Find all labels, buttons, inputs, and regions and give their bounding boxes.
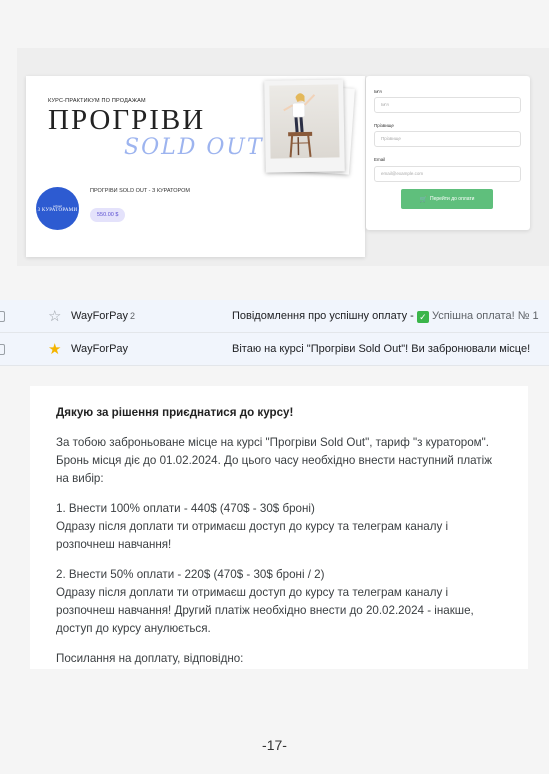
subject: Вітаю на курсі "Прогріви Sold Out"! Ви з… — [232, 343, 531, 355]
option-2-text: Одразу після доплати ти отримаєш доступ … — [56, 586, 474, 635]
course-subtitle: SOLD OUT — [124, 135, 264, 160]
name-input[interactable]: Ім'я — [374, 97, 521, 113]
check-mark-icon: ✓ — [416, 311, 429, 323]
sender: WayForPay 2 — [71, 310, 136, 322]
select-checkbox[interactable] — [0, 311, 5, 322]
email-lead: Дякую за рішення приєднатися до курсу! — [56, 406, 294, 419]
email-input[interactable]: email@example.com — [374, 166, 521, 182]
email-label: Email — [374, 157, 386, 162]
cart-icon: 🛒 — [419, 196, 428, 203]
sender: WayForPay — [71, 343, 129, 355]
page-number: -17- — [262, 737, 287, 753]
inbox-row[interactable]: ☆ WayForPay 2 Повідомлення про успішну оп… — [0, 300, 549, 333]
snippet: Успішна оплата! № 1 — [428, 310, 539, 322]
woman-on-chair-photo — [269, 84, 340, 159]
inbox-row[interactable]: ★ WayForPay Вітаю на курсі "Прогріви Sol… — [0, 333, 549, 366]
surname-input[interactable]: Прізвище — [374, 131, 521, 147]
logo-main-text: 3 КУРАТОРАМИ — [37, 208, 78, 213]
product-name: ПРОГРІВИ SOLD OUT - З КУРАТОРОМ — [90, 188, 190, 194]
pay-button-label: Перейти до оплати — [430, 196, 475, 202]
option-1-title: 1. Внести 100% оплати - 440$ (470$ - 30$… — [56, 502, 315, 515]
star-icon[interactable]: ★ — [48, 340, 61, 358]
thread-count: 2 — [130, 311, 136, 321]
select-checkbox[interactable] — [0, 344, 5, 355]
name-label: Ім'я — [374, 89, 382, 94]
price-badge: 550.00 $ — [90, 208, 126, 222]
option-2-title: 2. Внести 50% оплати - 220$ (470$ - 30$ … — [56, 568, 325, 581]
subject: Повідомлення про успішну оплату - ✓ Успі… — [232, 310, 539, 323]
email-paragraph: За тобою заброньоване місце на курсі "Пр… — [56, 436, 492, 485]
star-icon[interactable]: ☆ — [48, 307, 61, 325]
email-body: Дякую за рішення приєднатися до курсу! З… — [30, 386, 528, 669]
option-1-text: Одразу після доплати ти отримаєш доступ … — [56, 520, 449, 551]
school-logo: school 3 КУРАТОРАМИ — [36, 187, 79, 230]
course-title: ПРОГРІВИ — [48, 104, 206, 136]
payment-links-text: Посилання на доплату, відповідно: — [56, 652, 244, 665]
polaroid-photo — [264, 79, 345, 173]
inbox-list: ☆ WayForPay 2 Повідомлення про успішну оп… — [0, 300, 549, 366]
pay-button[interactable]: 🛒 Перейти до оплати — [401, 189, 493, 209]
surname-label: Прізвище — [374, 123, 394, 128]
